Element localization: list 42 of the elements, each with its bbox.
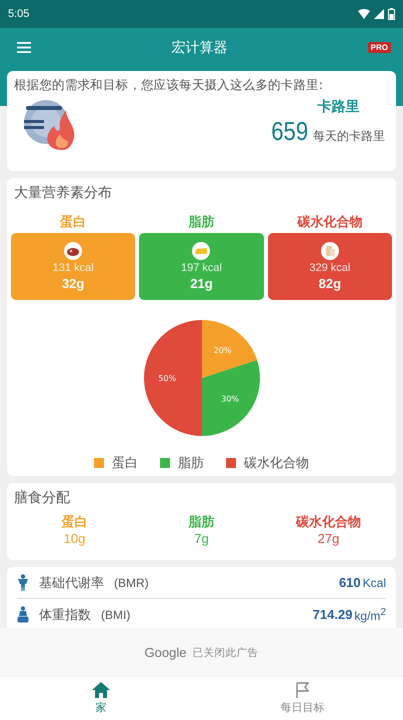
macro-grams: 82g: [318, 276, 342, 291]
calorie-intro: 根据您的需求和目标，您应该每天摄入这么多的卡路里:: [14, 77, 324, 94]
slice-label: 50%: [158, 374, 176, 383]
stat-label: 基础代谢率: [39, 574, 104, 592]
meal-macro-grams: 27g: [318, 531, 340, 546]
status-time: 5:05: [8, 8, 30, 20]
macro-kcal: 197 kcal: [181, 262, 222, 274]
meal-macro-name: 脂肪: [188, 514, 214, 531]
macro-kcal: 131 kcal: [52, 262, 94, 274]
nav-tab[interactable]: 家: [0, 677, 202, 720]
section-title: 膳食分配: [13, 489, 71, 507]
macro-name: 蛋白: [60, 214, 86, 231]
stat-value: 714.29: [312, 607, 352, 622]
meal-macro-grams: 10g: [64, 531, 86, 546]
stat-value: 610: [338, 575, 361, 590]
slice-label: 30%: [220, 394, 239, 404]
calorie-value: 659: [270, 116, 308, 147]
stat-unit: Kcal: [362, 576, 386, 590]
meal-macro-name: 碳水化合物: [296, 514, 361, 531]
macro-name: 脂肪: [188, 214, 214, 231]
section-title: 大量营养素分布: [13, 184, 113, 202]
stat-unit: kg/m$^{2}$: [354, 606, 386, 622]
app-title: 宏计算器: [170, 39, 228, 57]
calorie-heading: 卡路里: [317, 98, 360, 116]
stat-abbreviation: (BMR): [114, 576, 150, 590]
ad-brand: Google: [144, 645, 186, 660]
macro-grams: 32g: [62, 276, 84, 291]
nav-tab[interactable]: 每日目标: [202, 677, 403, 720]
macro-grams: 21g: [190, 276, 213, 291]
pro-badge[interactable]: PRO: [368, 42, 391, 53]
macro-name: 碳水化合物: [297, 214, 362, 231]
legend-label: 碳水化合物: [244, 455, 309, 472]
legend-label: 脂肪: [178, 455, 204, 472]
stat-label: 体重指数: [39, 606, 91, 624]
meal-macro-name: 蛋白: [62, 514, 88, 531]
calorie-unit: 每天的卡路里: [313, 128, 385, 145]
stat-abbreviation: (BMI): [101, 608, 132, 622]
macro-kcal: 329 kcal: [309, 262, 350, 274]
ad-closed-text: 已关闭此广告: [192, 646, 258, 660]
meal-macro-grams: 7g: [194, 531, 209, 546]
slice-label: 20%: [213, 346, 231, 355]
legend-label: 蛋白: [112, 455, 138, 472]
